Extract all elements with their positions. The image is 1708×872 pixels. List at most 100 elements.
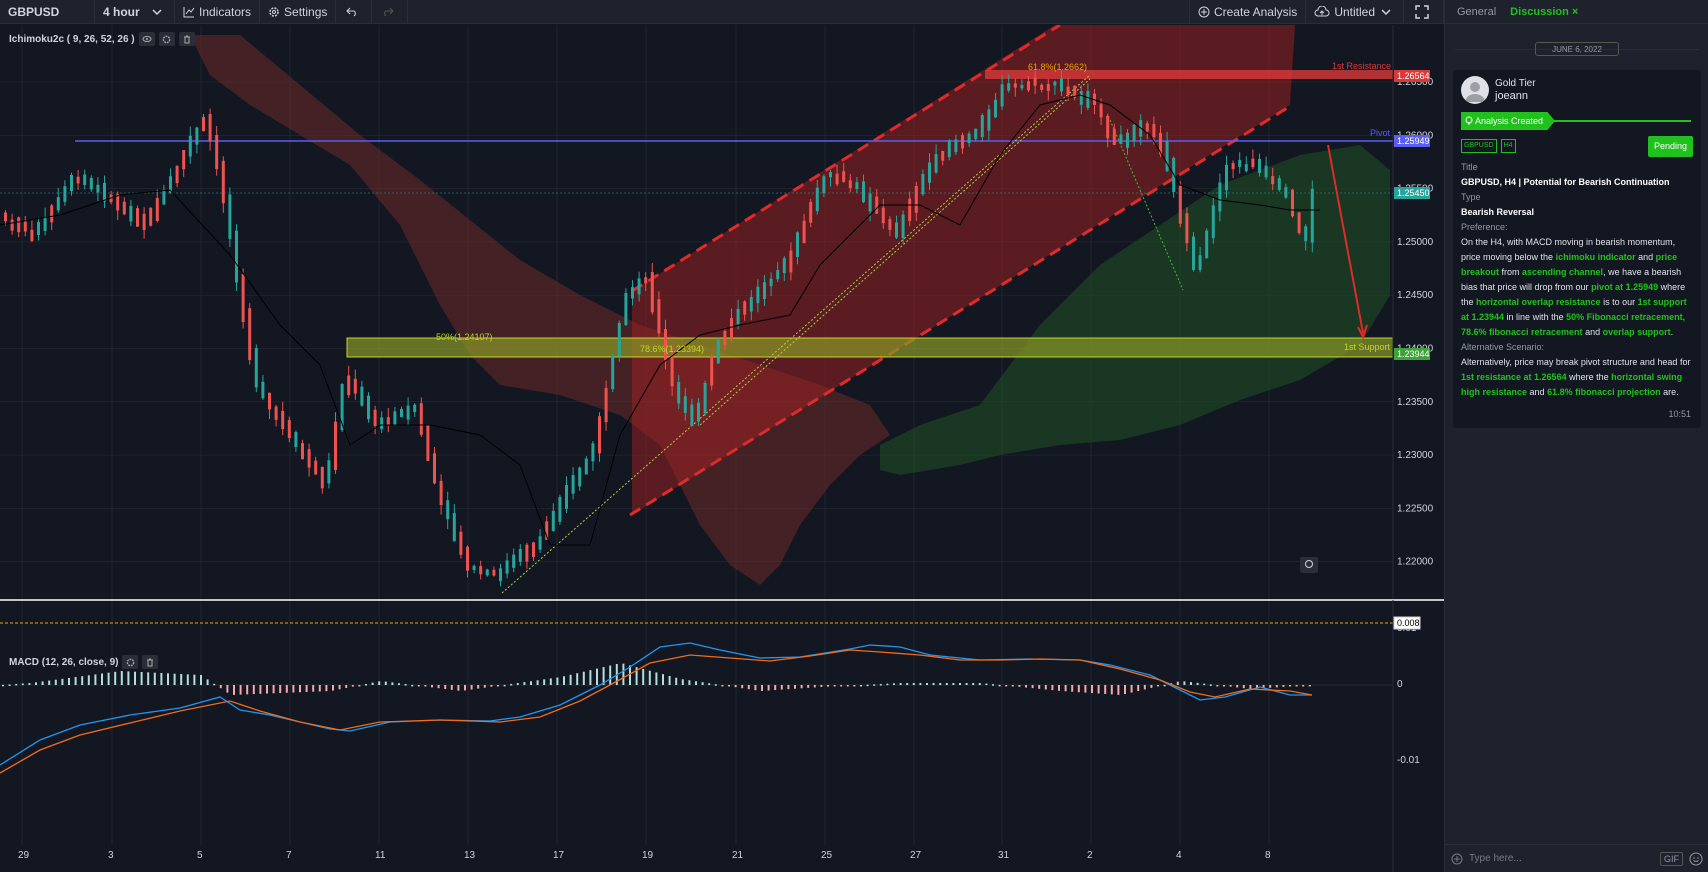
- candle-body: [1165, 141, 1169, 172]
- macd-histogram-bar: [695, 681, 697, 685]
- trash-icon: [183, 35, 190, 43]
- lightbulb-button[interactable]: [1300, 557, 1318, 573]
- macd-histogram-bar: [48, 680, 51, 685]
- analysis-title: GBPUSD, H4 | Potential for Bearish Conti…: [1461, 177, 1670, 187]
- macd-settings-button[interactable]: [122, 655, 139, 669]
- tag-row: GBPUSD H4 Pending: [1461, 135, 1693, 157]
- layout-save-button[interactable]: Untitled: [1306, 0, 1404, 24]
- macd-histogram-bar: [866, 684, 869, 687]
- ichimoku-legend-label: Ichimoku2c ( 9, 26, 52, 26 ): [9, 33, 135, 45]
- time-tick-label: 25: [821, 850, 833, 861]
- plus-circle-icon[interactable]: [1451, 853, 1463, 865]
- macd-histogram-bar: [285, 685, 288, 693]
- sidebar-tabs: General Discussion ×: [1445, 0, 1708, 24]
- macd-histogram-bar: [629, 665, 631, 685]
- candle-body: [683, 396, 687, 413]
- macd-histogram-bar: [490, 685, 493, 687]
- macd-histogram-bar: [734, 685, 737, 688]
- redo-icon: [384, 7, 394, 16]
- indicators-button[interactable]: Indicators: [175, 0, 261, 24]
- macd-histogram-bar: [510, 683, 513, 686]
- macd-histogram-bar: [41, 681, 44, 685]
- candle-body: [1310, 188, 1314, 243]
- indicators-label: Indicators: [199, 4, 252, 19]
- macd-histogram-bar: [371, 682, 374, 685]
- macd-histogram-bar: [714, 684, 717, 686]
- macd-histogram-bar: [893, 683, 895, 685]
- pref-text: in line with the: [1504, 312, 1567, 322]
- indicator-settings-button[interactable]: [158, 32, 175, 46]
- macd-histogram-bar: [134, 671, 136, 685]
- create-analysis-button[interactable]: Create Analysis: [1188, 0, 1307, 24]
- candle-body: [281, 410, 285, 430]
- macd-histogram-bar: [853, 685, 856, 687]
- macd-histogram-bar: [833, 685, 836, 687]
- candle-body: [710, 356, 714, 386]
- candle-body: [1185, 213, 1189, 244]
- candle-body: [287, 420, 291, 439]
- gif-button[interactable]: GIF: [1660, 851, 1683, 866]
- emoji-icon[interactable]: [1689, 852, 1703, 866]
- candle-body: [347, 375, 351, 396]
- close-icon[interactable]: ×: [1572, 6, 1578, 18]
- chart-canvas[interactable]: 61.8%(1.2662) 50%(1.24107) 78.6%(1.23394…: [0, 25, 1444, 872]
- settings-button[interactable]: Settings: [260, 0, 337, 24]
- alt-text: and: [1527, 387, 1548, 397]
- message-input[interactable]: [1469, 853, 1654, 864]
- macd-histogram-bar: [424, 685, 427, 687]
- candle-body: [1211, 205, 1215, 239]
- macd-histogram-bar: [1163, 684, 1166, 687]
- avatar[interactable]: [1461, 76, 1489, 104]
- fullscreen-button[interactable]: [1404, 0, 1444, 24]
- macd-histogram-bar: [94, 674, 97, 685]
- macd-histogram-bar: [1044, 685, 1047, 690]
- macd-histogram-bar: [1038, 685, 1041, 689]
- macd-histogram-bar: [101, 673, 103, 685]
- tab-discussion[interactable]: Discussion ×: [1510, 6, 1578, 18]
- macd-histogram-bar: [497, 685, 499, 687]
- candle-body: [175, 165, 179, 184]
- candle-body: [994, 99, 997, 118]
- username[interactable]: joeann: [1495, 90, 1536, 103]
- eye-button[interactable]: [138, 32, 155, 46]
- candle-body: [1304, 226, 1308, 242]
- plus-circle-icon: [1198, 6, 1210, 17]
- macd-histogram-bar: [226, 685, 229, 693]
- candle-body: [70, 174, 73, 192]
- candle-body: [1066, 86, 1070, 96]
- macd-histogram-bar: [721, 685, 724, 687]
- macd-histogram-bar: [259, 685, 262, 694]
- alt-text: where the: [1566, 372, 1612, 382]
- candle-body: [571, 475, 575, 494]
- macd-histogram-bar: [747, 685, 750, 690]
- macd-histogram-bar: [180, 674, 183, 685]
- macd-histogram-bar: [899, 683, 902, 685]
- tab-general[interactable]: General: [1457, 6, 1496, 18]
- macd-histogram-bar: [233, 685, 235, 695]
- symbol-selector[interactable]: GBPUSD: [0, 0, 95, 24]
- chart-area[interactable]: 61.8%(1.2662) 50%(1.24107) 78.6%(1.23394…: [0, 25, 1444, 872]
- redo-button[interactable]: [372, 0, 409, 24]
- macd-histogram-bar: [1282, 685, 1285, 687]
- candle-body: [961, 135, 964, 149]
- macd-histogram-bar: [1137, 685, 1140, 691]
- macd-histogram-bar: [417, 685, 420, 687]
- undo-button[interactable]: [336, 0, 373, 24]
- indicator-remove-button[interactable]: [178, 32, 195, 46]
- macd-remove-button[interactable]: [142, 655, 159, 669]
- candle-body: [294, 432, 298, 448]
- candle-body: [195, 127, 199, 145]
- interval-selector[interactable]: 4 hour: [95, 0, 175, 24]
- symbol-label: GBPUSD: [8, 4, 60, 19]
- pref-highlight: ichimoku indicator: [1555, 252, 1636, 262]
- candle-body: [129, 205, 133, 222]
- pref-highlight: ascending channel: [1522, 267, 1604, 277]
- macd-histogram-bar: [1091, 685, 1093, 694]
- candle-body: [23, 221, 27, 232]
- candle-body: [17, 217, 21, 233]
- macd-histogram-bar: [147, 672, 150, 685]
- macd-histogram-bar: [444, 685, 447, 690]
- lightbulb-icon: [1465, 116, 1473, 125]
- candle-body: [426, 425, 430, 461]
- macd-histogram-bar: [1064, 685, 1067, 692]
